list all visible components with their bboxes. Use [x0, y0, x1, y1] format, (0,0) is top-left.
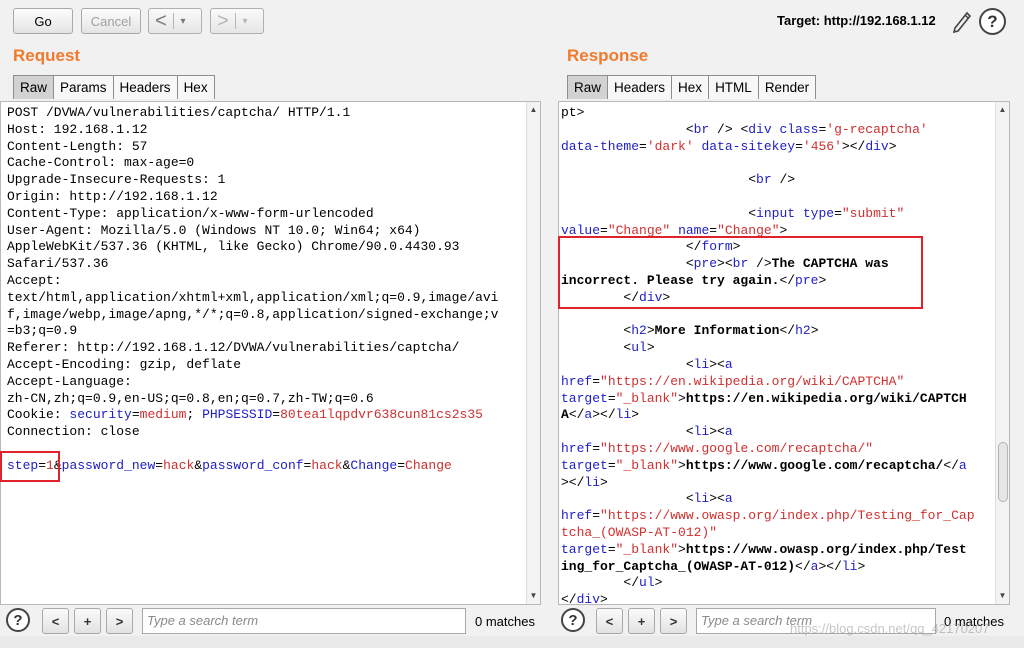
search-next-button[interactable]: > [660, 608, 687, 634]
tab-params[interactable]: Params [53, 75, 114, 99]
chevron-down-icon[interactable]: ▾ [236, 16, 254, 27]
tab-headers[interactable]: Headers [112, 75, 178, 99]
response-text: pt> <br /> <div class='g-recaptcha' data… [561, 105, 975, 605]
target-label: Target: http://192.168.1.12 [777, 13, 936, 28]
highlight-box-captcha-error [558, 236, 923, 309]
search-prev-button[interactable]: < [42, 608, 69, 634]
request-tabs: Raw Params Headers Hex [13, 75, 215, 99]
back-button[interactable]: < ▾ [148, 8, 202, 34]
search-prev-button[interactable]: < [596, 608, 623, 634]
cancel-button[interactable]: Cancel [81, 8, 141, 34]
tab-html[interactable]: HTML [708, 75, 759, 99]
response-editor[interactable]: pt> <br /> <div class='g-recaptcha' data… [558, 101, 1010, 605]
tab-headers[interactable]: Headers [607, 75, 673, 99]
tab-raw[interactable]: Raw [13, 75, 55, 99]
toolbar: Go Cancel < ▾ > ▾ Target: http://192.168… [0, 0, 1024, 42]
pane-splitter[interactable] [544, 36, 554, 636]
tab-hex[interactable]: Hex [671, 75, 710, 99]
back-arrow-icon: < [155, 10, 167, 32]
help-icon[interactable]: ? [979, 8, 1006, 35]
forward-arrow-icon: > [217, 10, 229, 32]
response-scrollbar[interactable]: ▲ ▼ [995, 102, 1009, 604]
pencil-icon[interactable] [951, 9, 973, 33]
request-search-bar: ? < + > Type a search term 0 matches [0, 607, 544, 635]
forward-button[interactable]: > ▾ [210, 8, 264, 34]
scroll-down-icon[interactable]: ▼ [527, 590, 540, 602]
help-icon[interactable]: ? [6, 608, 30, 632]
watermark: https://blog.csdn.net/qq_42170207 [790, 621, 990, 636]
go-button[interactable]: Go [13, 8, 73, 34]
scroll-down-icon[interactable]: ▼ [996, 590, 1009, 602]
request-title: Request [13, 46, 81, 65]
match-count: 0 matches [475, 614, 535, 629]
chevron-down-icon[interactable]: ▾ [174, 16, 192, 27]
search-next-button[interactable]: > [106, 608, 133, 634]
highlight-box-step-param [0, 451, 60, 482]
request-scrollbar[interactable]: ▲ ▼ [526, 102, 540, 604]
tab-hex[interactable]: Hex [176, 75, 215, 99]
search-add-button[interactable]: + [628, 608, 655, 634]
tab-render[interactable]: Render [757, 75, 817, 99]
request-text: POST /DVWA/vulnerabilities/captcha/ HTTP… [7, 105, 499, 473]
search-add-button[interactable]: + [74, 608, 101, 634]
scroll-up-icon[interactable]: ▲ [996, 104, 1009, 116]
scroll-up-icon[interactable]: ▲ [527, 104, 540, 116]
status-bar [0, 636, 1024, 648]
scroll-thumb[interactable] [998, 442, 1008, 502]
request-editor[interactable]: POST /DVWA/vulnerabilities/captcha/ HTTP… [0, 101, 541, 605]
help-icon[interactable]: ? [561, 608, 585, 632]
tab-raw[interactable]: Raw [567, 75, 609, 99]
search-input[interactable]: Type a search term [142, 608, 466, 634]
response-title: Response [567, 46, 649, 65]
response-tabs: Raw Headers Hex HTML Render [567, 75, 817, 99]
